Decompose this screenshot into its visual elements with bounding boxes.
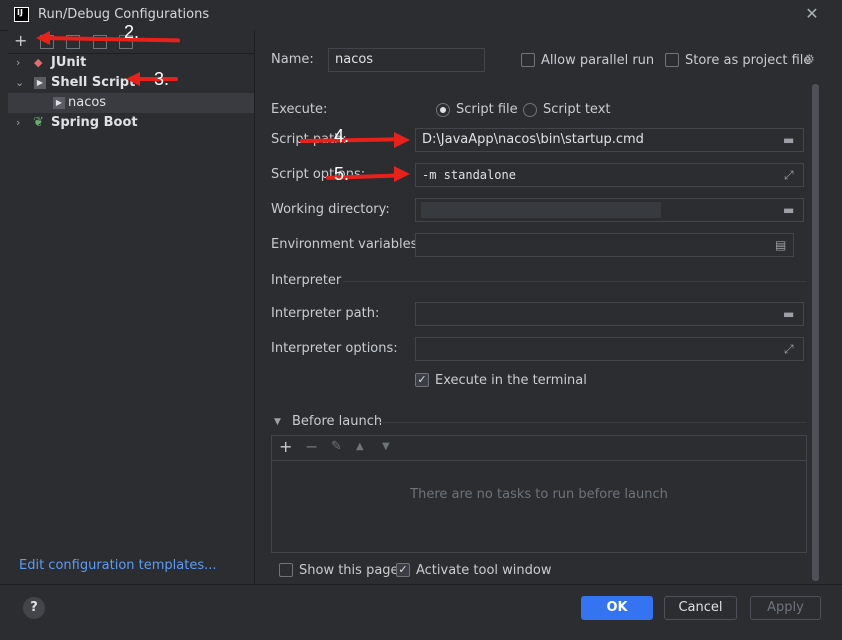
tree-item-label: nacos bbox=[68, 95, 107, 110]
expand-icon[interactable]: ⤢ bbox=[784, 168, 794, 183]
window-title: Run/Debug Configurations bbox=[38, 7, 210, 22]
close-icon[interactable]: ✕ bbox=[803, 5, 821, 23]
move-down-icon[interactable]: ▼ bbox=[382, 441, 390, 452]
allow-parallel-label: Allow parallel run bbox=[541, 53, 655, 68]
show-this-page-label: Show this page bbox=[299, 563, 399, 578]
annotation-label-5: 5. bbox=[334, 164, 350, 184]
help-icon[interactable]: ? bbox=[23, 597, 45, 619]
activate-tool-window-checkbox[interactable]: ✓ bbox=[396, 563, 410, 577]
show-this-page-checkbox[interactable] bbox=[279, 563, 293, 577]
edit-templates-link[interactable]: Edit configuration templates... bbox=[19, 558, 217, 573]
name-label: Name: bbox=[271, 52, 314, 67]
spring-boot-icon: ❦ bbox=[33, 115, 44, 130]
store-project-checkbox[interactable] bbox=[665, 53, 679, 67]
radio-script-file-label: Script file bbox=[456, 102, 518, 117]
junit-icon: ◆ bbox=[34, 56, 43, 69]
activate-tool-window-label: Activate tool window bbox=[416, 563, 552, 578]
folder-icon[interactable]: ▬ bbox=[783, 203, 794, 217]
add-task-icon[interactable]: + bbox=[279, 437, 292, 456]
tree-item-nacos[interactable]: ▶ nacos bbox=[8, 93, 254, 113]
task-list-toolbar-divider bbox=[272, 460, 806, 461]
edit-task-icon[interactable]: ✎ bbox=[331, 439, 342, 454]
script-options-input[interactable]: -m standalone bbox=[415, 163, 804, 187]
ok-button[interactable]: OK bbox=[581, 596, 653, 620]
interpreter-path-label: Interpreter path: bbox=[271, 306, 380, 321]
tree-item-label: Spring Boot bbox=[51, 115, 138, 130]
tree-item-junit[interactable]: › ◆ JUnit bbox=[8, 53, 254, 73]
annotation-arrowhead-5 bbox=[394, 166, 410, 182]
folder-icon[interactable]: ▬ bbox=[783, 133, 794, 147]
radio-script-file[interactable] bbox=[436, 103, 450, 117]
gear-icon[interactable]: ⚙ bbox=[804, 52, 815, 66]
redacted-path bbox=[421, 202, 661, 218]
annotation-label-2: 2. bbox=[124, 22, 140, 42]
working-directory-label: Working directory: bbox=[271, 202, 390, 217]
tree-item-spring-boot[interactable]: › ❦ Spring Boot bbox=[8, 113, 254, 133]
collapse-arrow-icon[interactable]: ▼ bbox=[274, 417, 281, 427]
environment-variables-label: Environment variables: bbox=[271, 237, 422, 252]
folder-icon[interactable]: ▬ bbox=[783, 307, 794, 321]
add-configuration-icon[interactable]: + bbox=[14, 31, 27, 50]
name-input[interactable]: nacos bbox=[328, 48, 485, 72]
intellij-app-icon: IJ bbox=[14, 7, 29, 22]
interpreter-options-input[interactable] bbox=[415, 337, 804, 361]
radio-script-text-label: Script text bbox=[543, 102, 611, 117]
before-launch-title[interactable]: Before launch bbox=[292, 414, 382, 429]
interpreter-options-label: Interpreter options: bbox=[271, 341, 398, 356]
move-up-icon[interactable]: ▲ bbox=[356, 441, 364, 452]
interpreter-section-title: Interpreter bbox=[271, 273, 342, 288]
chevron-right-icon: › bbox=[16, 116, 21, 129]
execute-in-terminal-checkbox[interactable]: ✓ bbox=[415, 373, 429, 387]
radio-script-text[interactable] bbox=[523, 103, 537, 117]
annotation-label-4: 4. bbox=[334, 126, 350, 146]
execute-in-terminal-label: Execute in the terminal bbox=[435, 373, 587, 388]
expand-icon[interactable]: ⤢ bbox=[784, 342, 794, 357]
chevron-right-icon: › bbox=[16, 56, 21, 69]
annotation-arrowhead-2 bbox=[36, 31, 50, 45]
tree-item-label: JUnit bbox=[51, 55, 87, 70]
chevron-down-icon: ⌄ bbox=[15, 76, 25, 89]
environment-variables-input[interactable] bbox=[415, 233, 794, 257]
shell-script-icon: ▶ bbox=[53, 97, 65, 109]
apply-button[interactable]: Apply bbox=[750, 596, 821, 620]
execute-label: Execute: bbox=[271, 102, 328, 117]
empty-task-list-text: There are no tasks to run before launch bbox=[410, 487, 668, 502]
cancel-button[interactable]: Cancel bbox=[664, 596, 737, 620]
shell-script-icon: ▶ bbox=[34, 77, 46, 89]
vertical-scrollbar[interactable] bbox=[812, 84, 819, 581]
edit-list-icon[interactable]: ▤ bbox=[775, 238, 786, 252]
annotation-label-3: 3. bbox=[154, 69, 170, 89]
interpreter-path-input[interactable] bbox=[415, 302, 804, 326]
section-divider bbox=[343, 281, 806, 282]
section-divider bbox=[380, 422, 806, 423]
allow-parallel-checkbox[interactable] bbox=[521, 53, 535, 67]
tree-item-label: Shell Script bbox=[51, 75, 136, 90]
store-project-label: Store as project file bbox=[685, 53, 812, 68]
remove-task-icon[interactable]: − bbox=[305, 437, 318, 456]
annotation-arrowhead-3 bbox=[126, 72, 140, 86]
script-path-input[interactable]: D:\JavaApp\nacos\bin\startup.cmd bbox=[415, 128, 804, 152]
annotation-arrowhead-4 bbox=[394, 132, 410, 148]
